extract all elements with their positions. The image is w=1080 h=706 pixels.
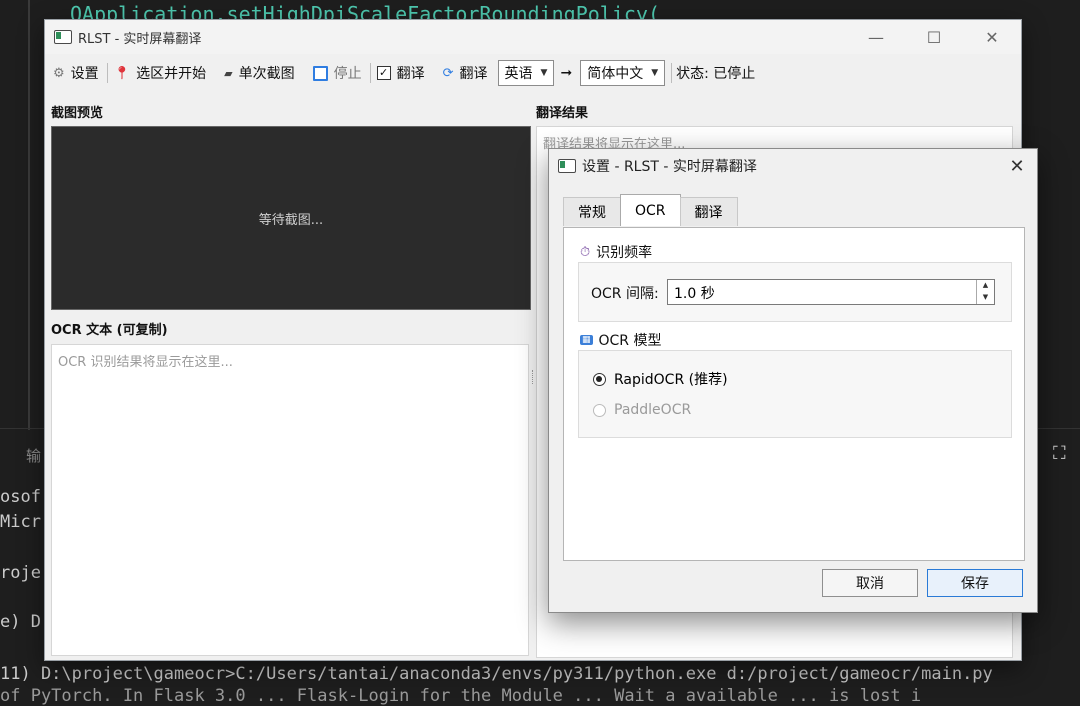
stop-icon	[312, 65, 328, 81]
frequency-group-title: ⏱ 识别频率	[580, 242, 652, 262]
toolbar: ⚙ 设置 📍︎ 选区并开始 ▰ 单次截图 停止 ✓ 翻译 ⟳ 翻译 英语 ▼ ➞	[45, 54, 1021, 92]
cancel-button[interactable]: 取消	[822, 569, 918, 597]
app-icon	[558, 159, 576, 173]
preview-label: 截图预览	[51, 106, 104, 121]
tab-translation[interactable]: 翻译	[679, 197, 738, 226]
frequency-group: OCR 间隔: 1.0 秒 ▲ ▼	[578, 262, 1012, 322]
translate-check-label: 翻译	[396, 66, 425, 82]
status-text: 状态: 已停止	[676, 66, 756, 82]
spin-up-button[interactable]: ▲	[977, 280, 994, 292]
minimize-button[interactable]: —	[847, 20, 905, 54]
single-capture-button[interactable]: ▰ 单次截图	[224, 63, 294, 83]
close-button[interactable]: ✕	[963, 20, 1021, 54]
stop-button[interactable]: 停止	[312, 63, 362, 83]
select-start-button[interactable]: 📍︎ 选区并开始	[114, 63, 207, 83]
radio-rapidocr[interactable]: RapidOCR (推荐)	[593, 369, 728, 389]
maximize-button[interactable]: ☐	[905, 20, 963, 54]
target-language-select[interactable]: 简体中文 ▼	[580, 60, 666, 86]
translation-label: 翻译结果	[536, 106, 589, 121]
model-icon: ▦	[580, 335, 593, 345]
save-button[interactable]: 保存	[927, 569, 1023, 597]
target-language-value: 简体中文	[587, 66, 644, 82]
model-group-label: OCR 模型	[598, 333, 662, 349]
radio-rapidocr-label: RapidOCR (推荐)	[614, 372, 728, 388]
interval-spinbox[interactable]: 1.0 秒 ▲ ▼	[667, 279, 995, 305]
tab-page-ocr: ⏱ 识别频率 OCR 间隔: 1.0 秒 ▲ ▼ ▦ OCR 模型 RapidO…	[563, 227, 1025, 561]
camera-icon: ▰	[224, 66, 233, 80]
tab-ocr[interactable]: OCR	[620, 194, 681, 226]
single-capture-label: 单次截图	[238, 66, 295, 82]
model-group-title: ▦ OCR 模型	[580, 330, 662, 350]
select-start-label: 选区并开始	[136, 66, 207, 82]
stopwatch-icon: ⏱	[580, 244, 591, 260]
terminal-line: e) D	[0, 612, 41, 632]
chevron-down-icon: ▼	[651, 68, 659, 78]
toolbar-separator	[369, 63, 371, 83]
maximize-panel-icon[interactable]: ⛶	[1053, 443, 1066, 464]
app-icon	[54, 30, 72, 44]
dialog-close-button[interactable]: ✕	[997, 156, 1037, 177]
spin-down-button[interactable]: ▼	[977, 292, 994, 304]
checkbox-checked-icon: ✓	[376, 66, 391, 80]
main-titlebar[interactable]: RLST - 实时屏幕翻译 — ☐ ✕	[45, 20, 1021, 54]
terminal-line: 11) D:\project\gameocr>C:/Users/tantai/a…	[0, 664, 993, 684]
interval-value: 1.0 秒	[674, 286, 715, 302]
preview-placeholder: 等待截图...	[258, 212, 324, 228]
gear-icon: ⚙	[53, 65, 65, 81]
chevron-down-icon: ▼	[540, 68, 548, 78]
radio-checked-icon	[593, 372, 606, 386]
window-title: RLST - 实时屏幕翻译	[78, 31, 202, 47]
frequency-group-label: 识别频率	[596, 245, 653, 261]
dialog-titlebar[interactable]: 设置 - RLST - 实时屏幕翻译 ✕	[549, 149, 1037, 183]
settings-dialog: 设置 - RLST - 实时屏幕翻译 ✕ 常规 OCR 翻译 ⏱ 识别频率 OC…	[548, 148, 1038, 613]
terminal-line: of PyTorch. In Flask 3.0 ... Flask-Login…	[0, 686, 922, 706]
terminal-line: roje	[0, 563, 41, 583]
radio-paddleocr[interactable]: PaddleOCR	[593, 402, 691, 418]
tab-general[interactable]: 常规	[563, 197, 621, 226]
editor-gutter	[28, 0, 30, 430]
radio-unchecked-icon	[593, 403, 606, 417]
settings-tabs: 常规 OCR 翻译	[563, 194, 738, 226]
ocr-text-label: OCR 文本 (可复制)	[51, 323, 168, 338]
ocr-placeholder: OCR 识别结果将显示在这里...	[58, 355, 233, 370]
toolbar-separator	[106, 63, 108, 83]
interval-label: OCR 间隔:	[591, 286, 659, 302]
translate-btn-label: 翻译	[459, 66, 488, 82]
pin-icon: 📍︎	[113, 65, 131, 81]
source-language-select[interactable]: 英语 ▼	[497, 60, 555, 86]
radio-paddleocr-label: PaddleOCR	[614, 402, 692, 418]
model-group: RapidOCR (推荐) PaddleOCR	[578, 350, 1012, 438]
terminal-line: Micr	[0, 512, 41, 532]
arrow-right-icon: ➞	[560, 65, 573, 81]
settings-button[interactable]: ⚙ 设置	[53, 63, 99, 83]
splitter-handle[interactable]	[532, 370, 535, 384]
source-language-value: 英语	[504, 66, 533, 82]
translate-checkbox[interactable]: ✓ 翻译	[376, 63, 425, 83]
settings-label: 设置	[70, 66, 99, 82]
screenshot-preview: 等待截图...	[51, 126, 531, 310]
ocr-text-area[interactable]: OCR 识别结果将显示在这里...	[51, 344, 529, 656]
terminal-line: osof	[0, 487, 41, 507]
toolbar-separator	[671, 63, 673, 83]
stop-label: 停止	[333, 66, 362, 82]
panel-tab-output[interactable]: 输	[26, 445, 41, 466]
translate-button[interactable]: ⟳ 翻译	[443, 63, 488, 83]
translate-icon: ⟳	[442, 65, 454, 81]
dialog-title: 设置 - RLST - 实时屏幕翻译	[582, 159, 757, 175]
